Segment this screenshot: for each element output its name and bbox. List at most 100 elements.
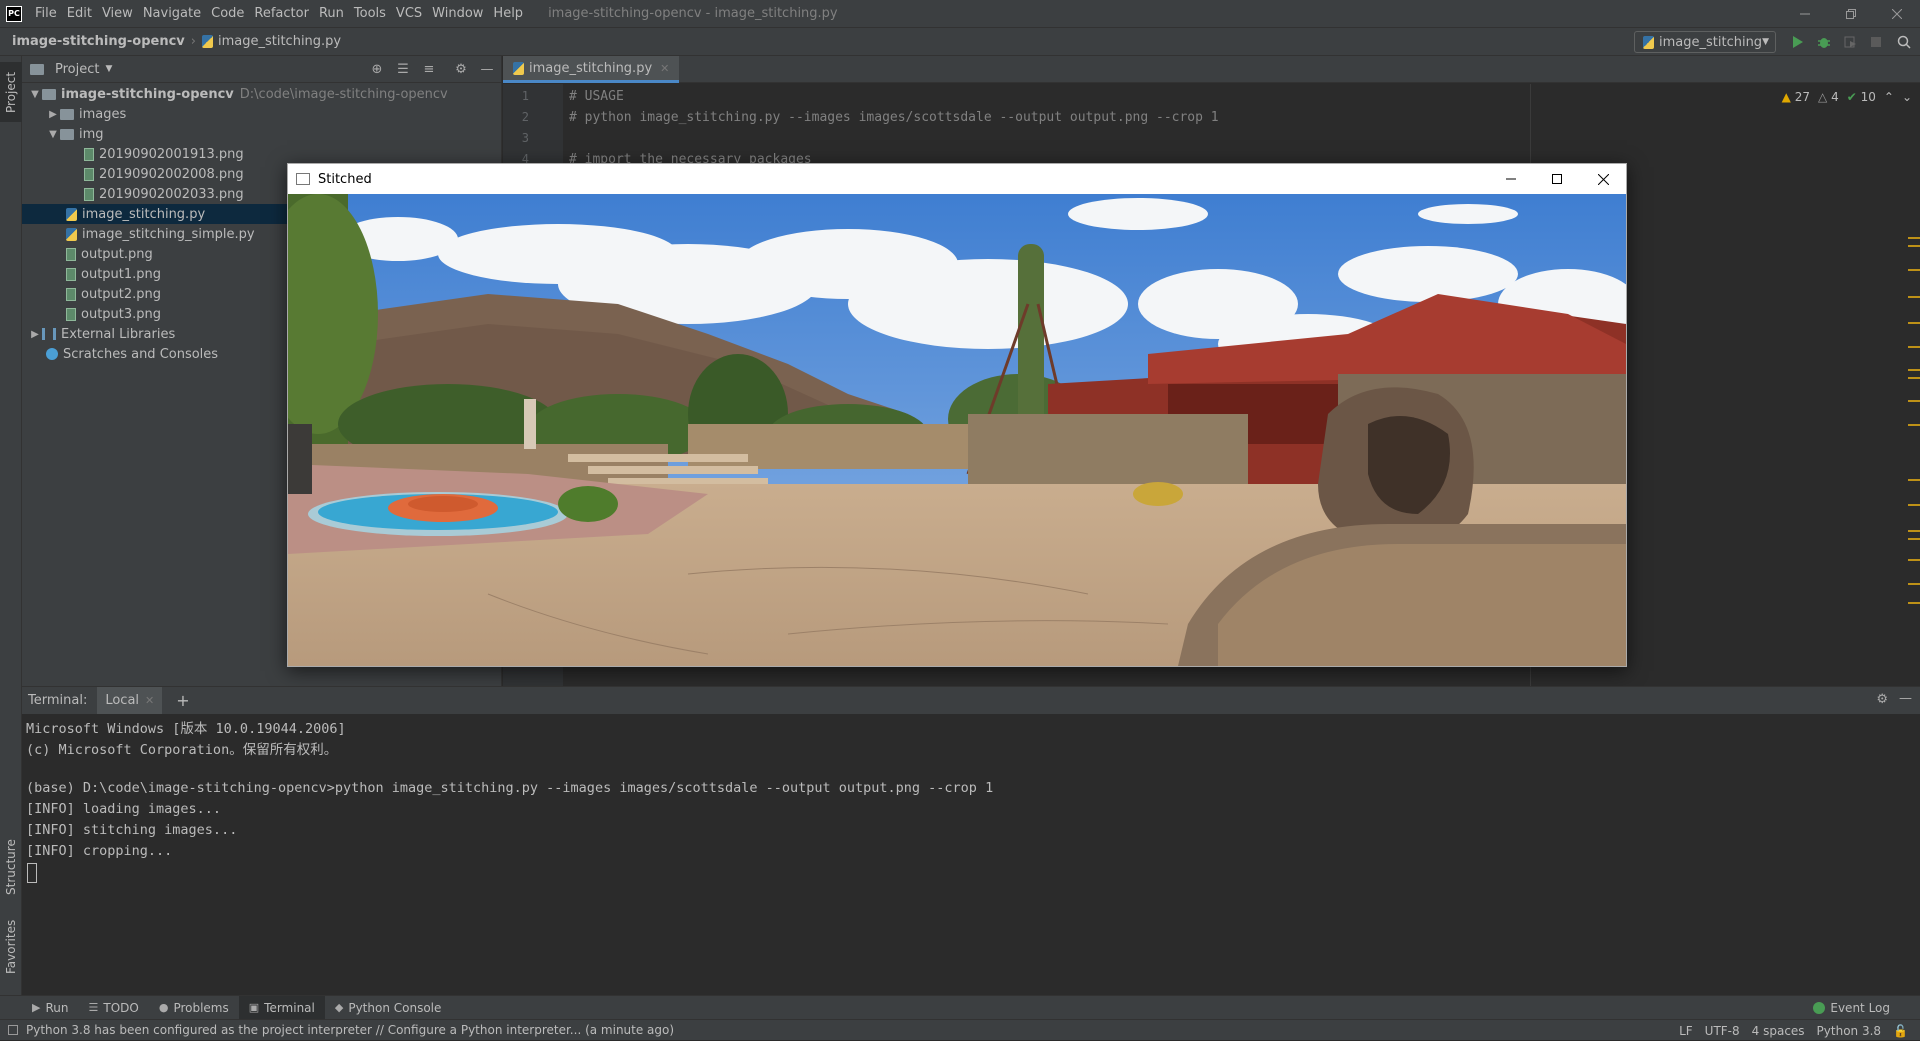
error-stripe-marker[interactable] (1908, 504, 1920, 506)
line-separator-indicator[interactable]: LF (1679, 1024, 1693, 1038)
new-terminal-plus-icon[interactable]: + (176, 691, 189, 710)
run-config-select[interactable]: image_stitching ▼ (1634, 31, 1776, 53)
tree-item-images[interactable]: ▶ images (22, 104, 502, 124)
project-view-icon (30, 63, 44, 75)
editor-tab[interactable]: image_stitching.py ✕ (503, 56, 680, 83)
debug-button[interactable] (1814, 32, 1834, 52)
tree-item-project-root[interactable]: ▼ image-stitching-opencv D:\code\image-s… (22, 84, 502, 104)
restore-button[interactable] (1828, 0, 1874, 28)
tool-tab-terminal[interactable]: ▣ Terminal (238, 995, 325, 1020)
stitched-window-titlebar[interactable]: Stitched (288, 164, 1626, 194)
error-stripe-marker[interactable] (1908, 583, 1920, 585)
menu-tools[interactable]: Tools (349, 0, 391, 28)
error-stripe-marker[interactable] (1908, 538, 1920, 540)
tool-window-bar: ▶ Run ☰ TODO ● Problems ▣ Terminal ◆ Pyt… (0, 995, 1920, 1020)
menu-help[interactable]: Help (488, 0, 528, 28)
minimize-button[interactable] (1782, 0, 1828, 28)
weak-warning-count: △ 4 (1818, 90, 1839, 104)
error-stripe-marker[interactable] (1908, 377, 1920, 379)
tool-tab-python-console[interactable]: ◆ Python Console (325, 996, 452, 1020)
hide-panel-icon[interactable]: — (1899, 691, 1912, 706)
chevron-down-icon[interactable]: ⌄ (1902, 90, 1912, 104)
tree-item-img[interactable]: ▼ img (22, 124, 502, 144)
folder-icon (42, 88, 56, 100)
project-panel-title[interactable]: Project (55, 62, 99, 77)
error-stripe-marker[interactable] (1908, 322, 1920, 324)
tree-item-label: 20190902002033.png (99, 186, 244, 202)
menu-vcs[interactable]: VCS (391, 0, 427, 28)
tree-item-label: output1.png (81, 266, 162, 282)
stitched-close-button[interactable] (1580, 164, 1626, 194)
error-stripe-marker[interactable] (1908, 296, 1920, 298)
gear-icon[interactable]: ⚙ (452, 60, 470, 78)
collapse-all-icon[interactable]: ≡ (420, 60, 438, 78)
encoding-indicator[interactable]: UTF-8 (1705, 1024, 1740, 1038)
stitched-image-window[interactable]: Stitched (287, 163, 1627, 667)
error-stripe-marker[interactable] (1908, 237, 1920, 239)
inspection-widget[interactable]: ▲ 27 △ 4 ✔ 10 ⌃ ⌄ (1782, 90, 1920, 104)
close-tab-icon[interactable]: ✕ (660, 62, 669, 75)
error-stripe-marker[interactable] (1908, 400, 1920, 402)
menu-view[interactable]: View (97, 0, 138, 28)
indent-indicator[interactable]: 4 spaces (1752, 1024, 1805, 1038)
close-tab-icon[interactable]: ✕ (145, 694, 154, 707)
tree-item-label: image_stitching_simple.py (82, 226, 255, 242)
error-stripe-marker[interactable] (1908, 424, 1920, 426)
terminal-line: [INFO] loading images... (26, 801, 222, 817)
structure-tool-tab[interactable]: Structure (0, 832, 22, 902)
expand-all-icon[interactable]: ☰ (394, 60, 412, 78)
menu-run[interactable]: Run (314, 0, 349, 28)
chevron-up-icon[interactable]: ⌃ (1884, 90, 1894, 104)
error-stripe-marker[interactable] (1908, 530, 1920, 532)
breadcrumb-file[interactable]: image_stitching.py (218, 34, 341, 49)
error-stripe-marker[interactable] (1908, 346, 1920, 348)
locate-file-icon[interactable]: ⊕ (368, 60, 386, 78)
error-stripe-marker[interactable] (1908, 245, 1920, 247)
stitched-minimize-button[interactable] (1488, 164, 1534, 194)
event-log-button[interactable]: Event Log (1813, 996, 1890, 1020)
favorites-tool-tab[interactable]: Favorites (0, 912, 22, 982)
menu-refactor[interactable]: Refactor (249, 0, 314, 28)
tool-tab-label: Problems (173, 1000, 229, 1015)
tool-tab-todo[interactable]: ☰ TODO (78, 996, 148, 1020)
stitched-maximize-button[interactable] (1534, 164, 1580, 194)
tree-item-label: img (79, 126, 104, 142)
code-line[interactable]: # python image_stitching.py --images ima… (569, 110, 1219, 125)
menu-window[interactable]: Window (427, 0, 488, 28)
status-message[interactable]: Python 3.8 has been configured as the pr… (26, 1023, 674, 1037)
list-icon: ☰ (88, 1001, 99, 1014)
python-console-icon: ◆ (334, 1001, 344, 1014)
terminal-tab-local[interactable]: Local ✕ (97, 687, 163, 714)
error-stripe-marker[interactable] (1908, 269, 1920, 271)
stop-button[interactable] (1866, 32, 1886, 52)
coverage-button[interactable] (1840, 32, 1860, 52)
breadcrumb-project[interactable]: image-stitching-opencv (12, 34, 185, 49)
menu-code[interactable]: Code (206, 0, 249, 28)
menu-file[interactable]: File (30, 0, 62, 28)
tree-item-file[interactable]: 20190902001913.png (22, 144, 502, 164)
project-tool-tab[interactable]: Project (0, 62, 22, 122)
hide-panel-icon[interactable]: — (478, 60, 496, 78)
run-button[interactable] (1788, 32, 1808, 52)
menu-navigate[interactable]: Navigate (138, 0, 206, 28)
menu-edit[interactable]: Edit (62, 0, 97, 28)
close-button[interactable] (1874, 0, 1920, 28)
search-everywhere-button[interactable] (1894, 32, 1914, 52)
editor-tab-bar: image_stitching.py ✕ (503, 56, 1920, 83)
tool-tab-problems[interactable]: ● Problems (149, 996, 239, 1020)
stitched-window-title: Stitched (318, 171, 372, 187)
gear-icon[interactable]: ⚙ (1876, 692, 1888, 707)
code-line[interactable]: # USAGE (569, 89, 624, 104)
lock-icon[interactable]: 🔓 (1893, 1024, 1908, 1038)
error-stripe-marker[interactable] (1908, 602, 1920, 604)
interpreter-indicator[interactable]: Python 3.8 (1817, 1024, 1882, 1038)
tool-tab-run[interactable]: ▶ Run (22, 996, 78, 1020)
toggle-tool-windows-icon[interactable] (8, 1025, 18, 1035)
tree-item-label: images (79, 106, 127, 122)
error-stripe-marker[interactable] (1908, 559, 1920, 561)
error-stripe-marker[interactable] (1908, 369, 1920, 371)
terminal-cursor[interactable] (27, 863, 37, 883)
chevron-down-icon[interactable]: ▼ (105, 64, 112, 74)
error-stripe-marker[interactable] (1908, 479, 1920, 481)
terminal-line: Microsoft Windows [版本 10.0.19044.2006] (26, 721, 346, 737)
